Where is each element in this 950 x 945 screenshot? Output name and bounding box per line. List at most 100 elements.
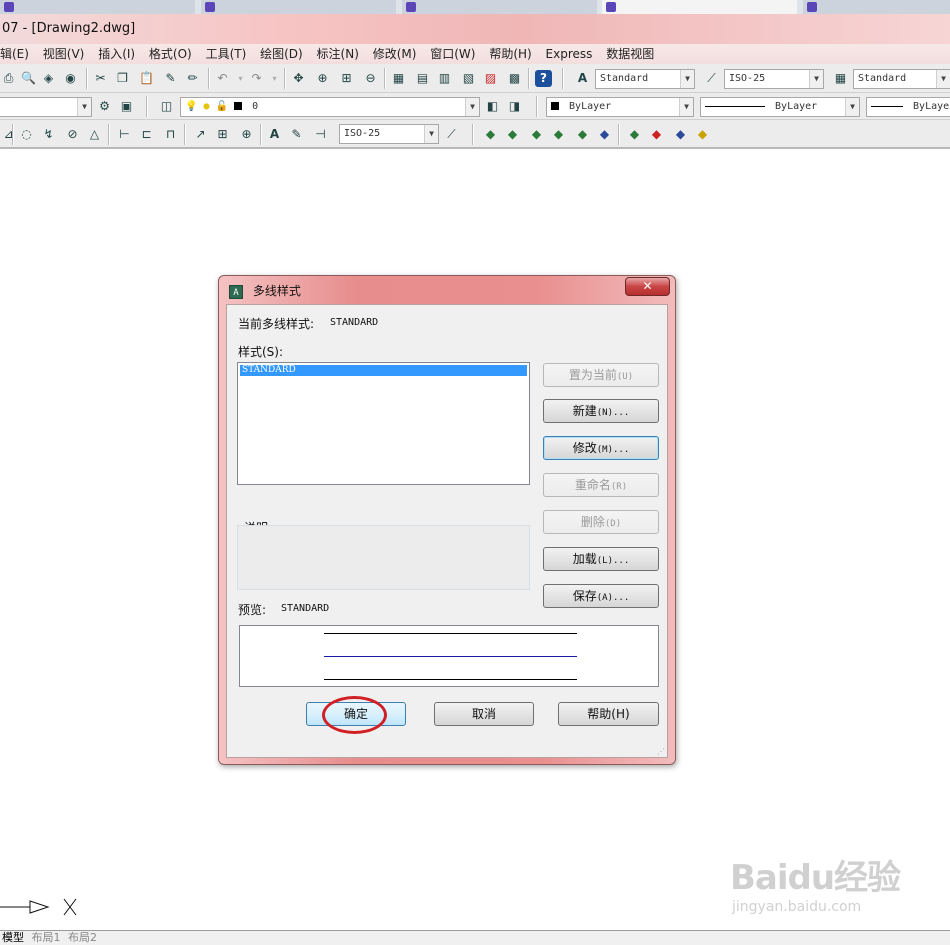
layer-tool-2-icon[interactable]: ◆ — [504, 126, 521, 143]
delete-button[interactable]: 删除(D) — [543, 510, 659, 534]
load-button[interactable]: 加载(L)... — [543, 547, 659, 571]
layer-previous-icon[interactable]: ◨ — [506, 98, 523, 115]
set-current-button[interactable]: 置为当前(U) — [543, 363, 659, 387]
color-select[interactable]: ByLayer ▼ — [546, 97, 694, 117]
tab-layout1[interactable]: 布局1 — [30, 931, 63, 945]
zoom-previous-icon[interactable]: ⊖ — [362, 70, 379, 87]
layer-properties-icon[interactable]: ⚙ — [96, 98, 113, 115]
dimension-text-edit-icon[interactable]: ✎ — [288, 126, 305, 143]
undo-dropdown-icon[interactable]: ▾ — [232, 70, 249, 87]
browser-tab[interactable] — [401, 0, 597, 14]
make-current-layer-icon[interactable]: ◧ — [484, 98, 501, 115]
publish-icon[interactable]: ◈ — [40, 70, 57, 87]
chevron-down-icon: ▼ — [936, 70, 950, 88]
menu-view[interactable]: 视图(V) — [38, 44, 90, 64]
browser-tab[interactable] — [200, 0, 396, 14]
rename-button[interactable]: 重命名(R) — [543, 473, 659, 497]
menu-draw[interactable]: 绘图(D) — [255, 44, 308, 64]
ordinate-dimension-icon[interactable]: ⊿ — [0, 126, 17, 143]
layer-tool-4-icon[interactable]: ◆ — [550, 126, 567, 143]
new-button[interactable]: 新建(N)... — [543, 399, 659, 423]
pan-icon[interactable]: ✥ — [290, 70, 307, 87]
undo-icon[interactable]: ↶ — [214, 70, 231, 87]
paste-icon[interactable]: 📋 — [138, 70, 155, 87]
plot-icon[interactable]: ⎙ — [0, 70, 17, 87]
menu-express[interactable]: Express — [541, 44, 598, 64]
dimension-edit-icon[interactable]: A — [266, 126, 283, 143]
quick-dimension-icon[interactable]: ⊢ — [116, 126, 133, 143]
layer-tool-1-icon[interactable]: ◆ — [482, 126, 499, 143]
linetype-select[interactable]: ByLayer ▼ — [700, 97, 860, 117]
modify-button[interactable]: 修改(M)... — [543, 436, 659, 460]
radius-dimension-icon[interactable]: ◌ — [18, 126, 35, 143]
3d-dwf-icon[interactable]: ◉ — [62, 70, 79, 87]
cancel-button[interactable]: 取消 — [434, 702, 534, 726]
lineweight-select[interactable]: ByLayer — [866, 97, 950, 117]
diameter-dimension-icon[interactable]: ⊘ — [64, 126, 81, 143]
browser-tab-active[interactable] — [602, 0, 798, 14]
menu-data-view[interactable]: 数据视图 — [601, 44, 659, 64]
tab-model[interactable]: 模型 — [0, 931, 26, 945]
dim-style-select[interactable]: ISO-25 ▼ — [724, 69, 824, 89]
plot-preview-icon[interactable]: 🔍 — [20, 70, 37, 87]
layer-tool-3-icon[interactable]: ◆ — [528, 126, 545, 143]
layer-manager-icon[interactable]: ◫ — [158, 98, 175, 115]
angular-dimension-icon[interactable]: △ — [86, 126, 103, 143]
redo-icon[interactable]: ↷ — [248, 70, 265, 87]
layer-tool-9-icon[interactable]: ◆ — [672, 126, 689, 143]
close-button[interactable]: ✕ — [625, 277, 670, 296]
quick-leader-icon[interactable]: ↗ — [192, 126, 209, 143]
help-icon[interactable]: ? — [535, 70, 552, 87]
menu-window[interactable]: 窗口(W) — [425, 44, 480, 64]
menu-edit[interactable]: 辑(E) — [0, 44, 34, 64]
table-style-select[interactable]: Standard ▼ — [853, 69, 950, 89]
layer-tool-8-icon[interactable]: ◆ — [648, 126, 665, 143]
dimension-style-icon[interactable]: ⟋ — [703, 70, 720, 87]
menu-format[interactable]: 格式(O) — [144, 44, 197, 64]
copy-icon[interactable]: ❐ — [114, 70, 131, 87]
browser-tab[interactable] — [0, 0, 195, 14]
jogged-dimension-icon[interactable]: ↯ — [40, 126, 57, 143]
tolerance-icon[interactable]: ⊞ — [214, 126, 231, 143]
menu-insert[interactable]: 插入(I) — [93, 44, 140, 64]
center-mark-icon[interactable]: ⊕ — [238, 126, 255, 143]
properties-icon[interactable]: ▦ — [390, 70, 407, 87]
menu-tools[interactable]: 工具(T) — [201, 44, 252, 64]
sheet-set-icon[interactable]: ▧ — [460, 70, 477, 87]
layer-tool-10-icon[interactable]: ◆ — [694, 126, 711, 143]
layer-tool-5-icon[interactable]: ◆ — [574, 126, 591, 143]
dim-style-select-2[interactable]: ISO-25 ▼ — [339, 124, 439, 144]
dimension-update-icon[interactable]: ⊣ — [312, 126, 329, 143]
quickcalc-icon[interactable]: ▩ — [506, 70, 523, 87]
layer-select[interactable]: 💡 ● 🔓 0 ▼ — [180, 97, 480, 117]
text-style-select[interactable]: Standard ▼ — [595, 69, 695, 89]
zoom-window-icon[interactable]: ⊞ — [338, 70, 355, 87]
layer-tool-6-icon[interactable]: ◆ — [596, 126, 613, 143]
zoom-realtime-icon[interactable]: ⊕ — [314, 70, 331, 87]
help-button[interactable]: 帮助(H) — [558, 702, 659, 726]
list-item[interactable]: STANDARD — [240, 365, 527, 376]
cut-icon[interactable]: ✂ — [92, 70, 109, 87]
design-center-icon[interactable]: ▤ — [414, 70, 431, 87]
table-style-icon[interactable]: ▦ — [832, 70, 849, 87]
match-properties-icon[interactable]: ✎ — [162, 70, 179, 87]
resize-grip-icon[interactable]: ⋰ — [657, 747, 665, 756]
tab-layout2[interactable]: 布局2 — [66, 931, 99, 945]
menu-dimension[interactable]: 标注(N) — [312, 44, 364, 64]
layer-states-icon[interactable]: ▣ — [118, 98, 135, 115]
redo-dropdown-icon[interactable]: ▾ — [266, 70, 283, 87]
dimension-style-icon[interactable]: ⟋ — [443, 126, 460, 143]
baseline-dimension-icon[interactable]: ⊏ — [138, 126, 155, 143]
menu-modify[interactable]: 修改(M) — [368, 44, 422, 64]
workspace-select[interactable]: ▼ — [0, 97, 92, 117]
menu-help[interactable]: 帮助(H) — [484, 44, 536, 64]
tool-palettes-icon[interactable]: ▥ — [436, 70, 453, 87]
styles-listbox[interactable]: STANDARD — [237, 362, 530, 485]
continue-dimension-icon[interactable]: ⊓ — [162, 126, 179, 143]
save-button[interactable]: 保存(A)... — [543, 584, 659, 608]
block-editor-icon[interactable]: ✏ — [184, 70, 201, 87]
browser-tab[interactable] — [803, 0, 950, 14]
text-style-icon[interactable]: A — [574, 70, 591, 87]
layer-tool-7-icon[interactable]: ◆ — [626, 126, 643, 143]
markup-icon[interactable]: ▨ — [482, 70, 499, 87]
